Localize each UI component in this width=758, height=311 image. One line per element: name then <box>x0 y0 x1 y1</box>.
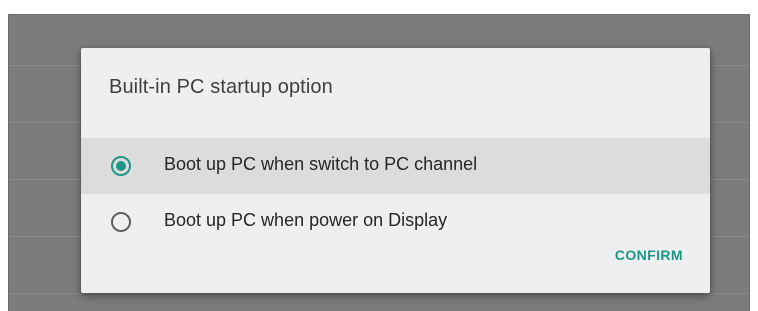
confirm-button[interactable]: CONFIRM <box>615 247 683 263</box>
dialog-title: Built-in PC startup option <box>109 76 333 98</box>
radio-unchecked-icon[interactable] <box>111 212 131 232</box>
option-boot-on-power-on[interactable]: Boot up PC when power on Display <box>81 194 710 250</box>
radio-checked-icon[interactable] <box>111 156 131 176</box>
option-label: Boot up PC when switch to PC channel <box>164 154 478 174</box>
option-label: Boot up PC when power on Display <box>164 210 448 230</box>
option-boot-on-pc-channel[interactable]: Boot up PC when switch to PC channel <box>81 138 710 194</box>
background-divider <box>9 293 749 294</box>
startup-option-dialog: Built-in PC startup option Boot up PC wh… <box>81 48 710 293</box>
